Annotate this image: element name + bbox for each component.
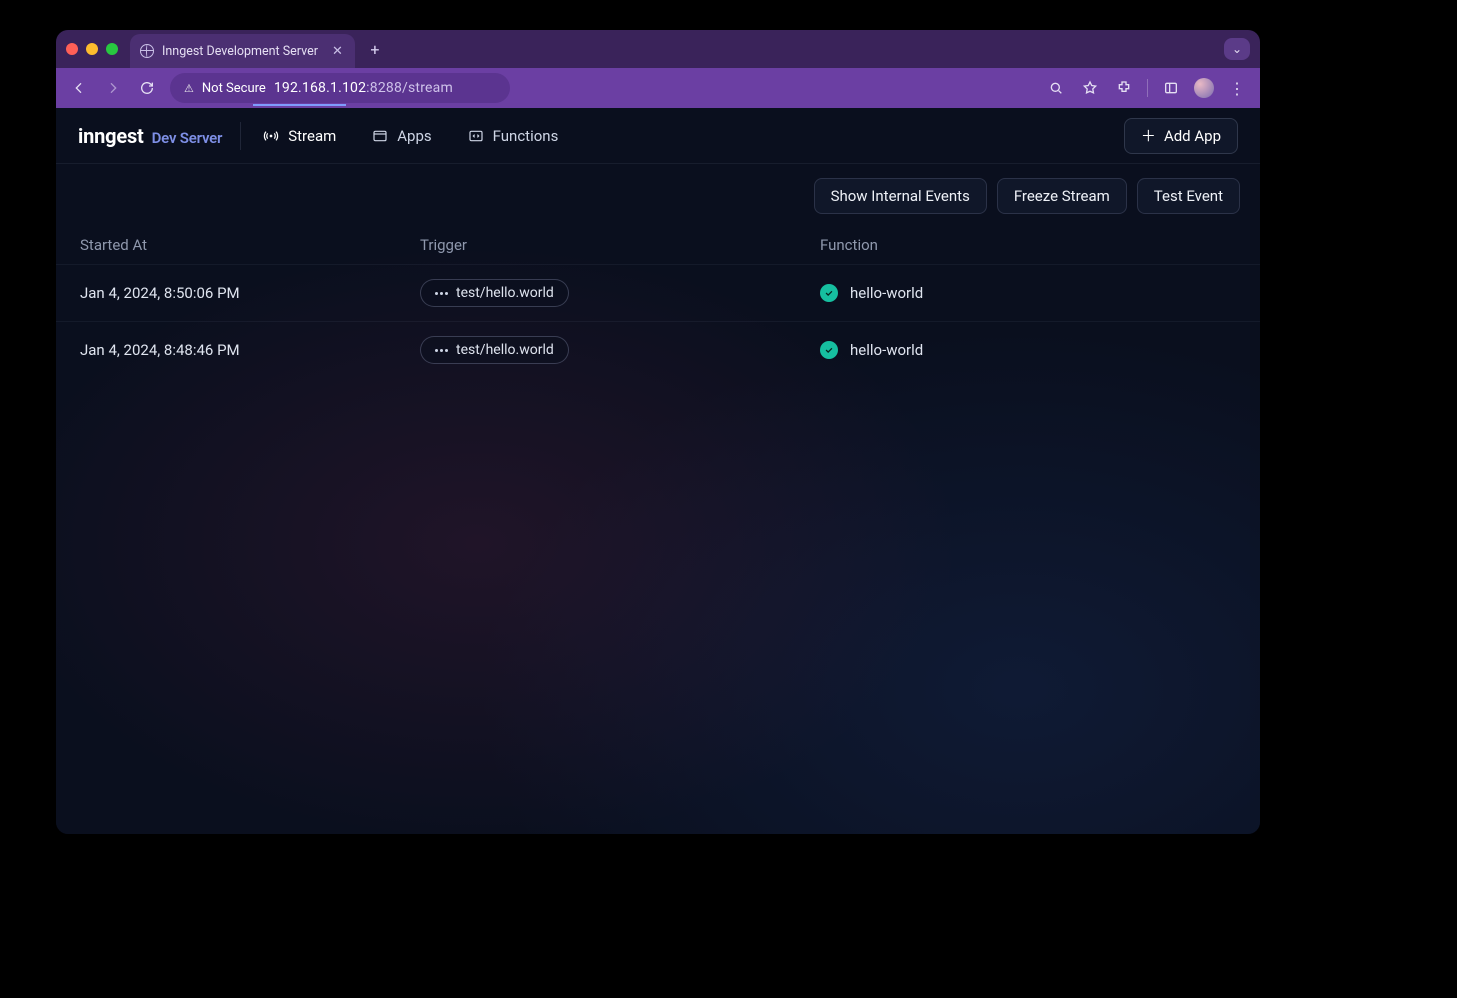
nav-stream[interactable]: Stream <box>259 121 340 151</box>
trigger-name: test/hello.world <box>456 342 554 358</box>
cell-started-at: Jan 4, 2024, 8:48:46 PM <box>80 341 420 359</box>
freeze-stream-button[interactable]: Freeze Stream <box>997 178 1127 214</box>
add-app-label: Add App <box>1164 127 1221 145</box>
close-tab-button[interactable]: ✕ <box>332 44 343 59</box>
col-trigger: Trigger <box>420 236 820 254</box>
code-icon <box>468 128 484 144</box>
test-event-button[interactable]: Test Event <box>1137 178 1240 214</box>
globe-icon <box>140 44 154 58</box>
trigger-pill[interactable]: test/hello.world <box>420 336 569 364</box>
panel-icon[interactable] <box>1160 77 1182 99</box>
cell-function: hello-world <box>820 341 1236 359</box>
maximize-window-button[interactable] <box>106 43 118 55</box>
col-started-at: Started At <box>80 236 420 254</box>
zoom-icon[interactable] <box>1045 77 1067 99</box>
browser-window: Inngest Development Server ✕ + ⌄ ⚠ Not S… <box>56 30 1260 834</box>
add-app-button[interactable]: ＋ Add App <box>1124 118 1238 154</box>
status-success-icon <box>820 341 838 359</box>
status-success-icon <box>820 284 838 302</box>
brand-subtitle: Dev Server <box>152 129 223 147</box>
minimize-window-button[interactable] <box>86 43 98 55</box>
app-content: inngest Dev Server Stream Apps Functions <box>56 108 1260 834</box>
brand: inngest Dev Server <box>78 124 222 148</box>
browser-menu-button[interactable]: ⋮ <box>1226 77 1248 99</box>
back-button[interactable] <box>68 77 90 99</box>
freeze-stream-label: Freeze Stream <box>1014 187 1110 205</box>
url-host: 192.168.1.102 <box>274 80 366 96</box>
nav-functions[interactable]: Functions <box>464 121 563 151</box>
browser-toolbar: ⚠ Not Secure 192.168.1.102:8288/stream ⋮ <box>56 68 1260 108</box>
address-bar[interactable]: ⚠ Not Secure 192.168.1.102:8288/stream <box>170 73 510 103</box>
nav-functions-label: Functions <box>493 127 559 145</box>
url-path: :8288/stream <box>366 80 453 96</box>
toolbar-divider <box>1147 79 1148 97</box>
bookmark-star-icon[interactable] <box>1079 77 1101 99</box>
show-internal-events-label: Show Internal Events <box>831 187 970 205</box>
extensions-icon[interactable] <box>1113 77 1135 99</box>
cell-started-at: Jan 4, 2024, 8:50:06 PM <box>80 284 420 302</box>
app-navbar: inngest Dev Server Stream Apps Functions <box>56 108 1260 164</box>
nav-apps-label: Apps <box>397 127 431 145</box>
warning-icon: ⚠ <box>184 82 194 95</box>
brand-logo: inngest <box>78 124 144 148</box>
nav-stream-label: Stream <box>288 127 336 145</box>
function-name: hello-world <box>850 341 923 359</box>
event-icon <box>435 292 448 295</box>
action-bar: Show Internal Events Freeze Stream Test … <box>56 164 1260 226</box>
table-row[interactable]: Jan 4, 2024, 8:48:46 PM test/hello.world… <box>56 321 1260 378</box>
url-text: 192.168.1.102:8288/stream <box>274 80 453 96</box>
window-titlebar: Inngest Development Server ✕ + ⌄ <box>56 30 1260 68</box>
nav-items: Stream Apps Functions <box>259 121 562 151</box>
nav-apps[interactable]: Apps <box>368 121 435 151</box>
function-name: hello-world <box>850 284 923 302</box>
reload-button[interactable] <box>136 77 158 99</box>
test-event-label: Test Event <box>1154 187 1223 205</box>
table-header: Started At Trigger Function <box>56 226 1260 264</box>
browser-tab[interactable]: Inngest Development Server ✕ <box>130 34 355 68</box>
traffic-lights <box>66 43 118 55</box>
nav-separator <box>240 122 241 150</box>
plus-icon: ＋ <box>1141 125 1156 146</box>
tabs-dropdown-button[interactable]: ⌄ <box>1224 38 1250 60</box>
close-window-button[interactable] <box>66 43 78 55</box>
event-icon <box>435 349 448 352</box>
broadcast-icon <box>263 128 279 144</box>
trigger-pill[interactable]: test/hello.world <box>420 279 569 307</box>
table-row[interactable]: Jan 4, 2024, 8:50:06 PM test/hello.world… <box>56 264 1260 321</box>
new-tab-button[interactable]: + <box>361 35 389 63</box>
forward-button[interactable] <box>102 77 124 99</box>
tab-title: Inngest Development Server <box>162 44 318 59</box>
show-internal-events-button[interactable]: Show Internal Events <box>814 178 987 214</box>
window-icon <box>372 128 388 144</box>
trigger-name: test/hello.world <box>456 285 554 301</box>
profile-avatar[interactable] <box>1194 78 1214 98</box>
not-secure-label: Not Secure <box>202 81 266 96</box>
col-function: Function <box>820 236 1236 254</box>
cell-function: hello-world <box>820 284 1236 302</box>
